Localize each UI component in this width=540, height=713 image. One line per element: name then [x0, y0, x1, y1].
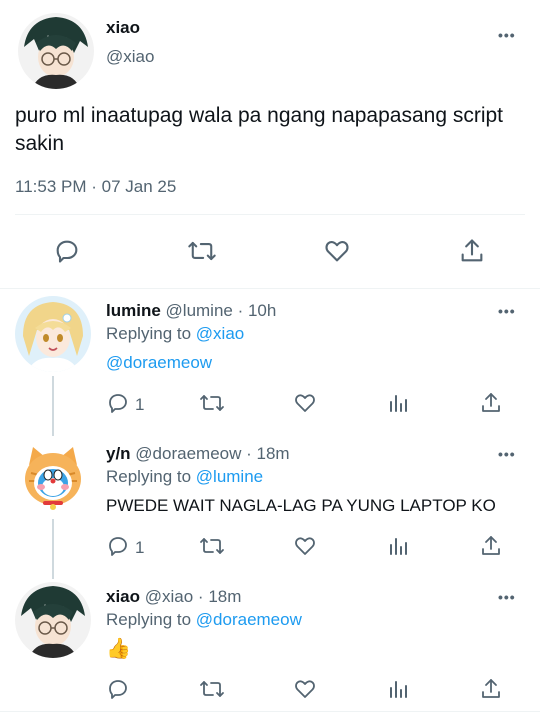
- share-icon[interactable]: [458, 237, 486, 265]
- reply-count: 1: [135, 538, 145, 557]
- author-handle-time[interactable]: @lumine · 10h: [166, 301, 277, 320]
- tweet-text: puro ml inaatupag wala pa ngang napapasa…: [15, 104, 504, 155]
- reply-text: 👍: [106, 638, 131, 660]
- divider: [0, 288, 540, 289]
- like-icon[interactable]: [293, 391, 317, 415]
- retweet-icon[interactable]: [199, 391, 225, 415]
- more-options-button[interactable]: •••: [498, 303, 516, 319]
- author-name[interactable]: y/n: [106, 444, 131, 463]
- thread-line: [52, 376, 54, 436]
- reply-icon[interactable]: [106, 677, 130, 701]
- retweet-icon[interactable]: [199, 534, 225, 558]
- replying-to-label: Replying to: [106, 324, 196, 343]
- replying-to-link[interactable]: @doraemeow: [196, 610, 302, 629]
- share-icon[interactable]: [479, 391, 503, 415]
- more-options-button[interactable]: •••: [498, 27, 516, 43]
- divider: [0, 711, 540, 712]
- like-icon[interactable]: [323, 237, 351, 265]
- replying-to-link[interactable]: @lumine: [196, 467, 263, 486]
- retweet-icon[interactable]: [187, 237, 217, 265]
- avatar[interactable]: [15, 439, 91, 515]
- like-icon[interactable]: [293, 534, 317, 558]
- replying-to-label: Replying to: [106, 610, 196, 629]
- more-options-button[interactable]: •••: [498, 446, 516, 462]
- replying-to: Replying to @xiao: [106, 324, 244, 344]
- tweet-timestamp[interactable]: 11:53 PM · 07 Jan 25: [15, 177, 176, 197]
- author-name[interactable]: xiao: [106, 18, 140, 38]
- thread-line: [52, 519, 54, 579]
- analytics-icon[interactable]: [386, 391, 410, 415]
- reply-text: PWEDE WAIT NAGLA-LAG PA YUNG LAPTOP KO: [106, 496, 496, 515]
- author-handle-time[interactable]: @doraemeow · 18m: [135, 444, 289, 463]
- reply-header: y/n @doraemeow · 18m: [106, 444, 290, 464]
- reply-icon[interactable]: [106, 391, 130, 415]
- replying-to: Replying to @lumine: [106, 467, 263, 487]
- reply-header: xiao @xiao · 18m: [106, 587, 241, 607]
- analytics-icon[interactable]: [386, 677, 410, 701]
- replying-to-label: Replying to: [106, 467, 196, 486]
- analytics-icon[interactable]: [386, 534, 410, 558]
- avatar[interactable]: [18, 13, 94, 89]
- divider: [15, 214, 525, 215]
- reply-text[interactable]: @doraemeow: [106, 353, 212, 373]
- avatar[interactable]: [15, 296, 91, 372]
- author-name[interactable]: xiao: [106, 587, 140, 606]
- author-name[interactable]: lumine: [106, 301, 161, 320]
- share-icon[interactable]: [479, 534, 503, 558]
- replying-to-link[interactable]: @xiao: [196, 324, 244, 343]
- reply-header: lumine @lumine · 10h: [106, 301, 276, 321]
- reply-icon[interactable]: [106, 534, 130, 558]
- more-options-button[interactable]: •••: [498, 589, 516, 605]
- author-handle[interactable]: @xiao: [106, 47, 154, 67]
- reply-icon[interactable]: [53, 237, 81, 265]
- share-icon[interactable]: [479, 677, 503, 701]
- author-handle-time[interactable]: @xiao · 18m: [145, 587, 242, 606]
- avatar[interactable]: [15, 582, 91, 658]
- like-icon[interactable]: [293, 677, 317, 701]
- replying-to: Replying to @doraemeow: [106, 610, 302, 630]
- reply-count: 1: [135, 395, 145, 414]
- retweet-icon[interactable]: [199, 677, 225, 701]
